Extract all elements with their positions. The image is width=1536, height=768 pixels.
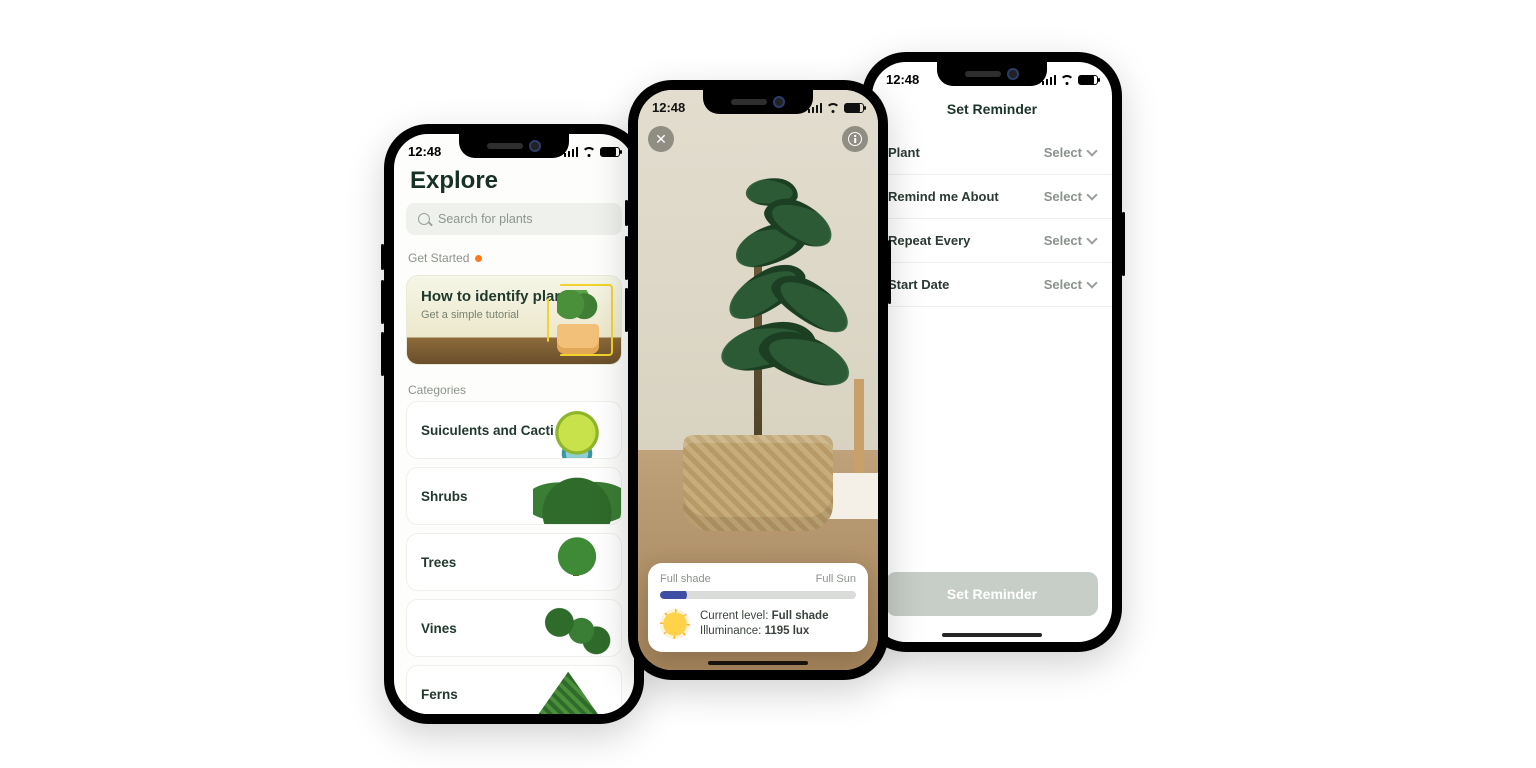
phone-light-meter: 12:48 ✕ Full shade Full Sun xyxy=(628,80,888,680)
reminder-row-select[interactable]: Select xyxy=(1044,189,1096,204)
shade-label: Full shade xyxy=(660,573,711,585)
reminder-row-label: Remind me About xyxy=(888,189,999,204)
reminder-row-startdate[interactable]: Start Date Select xyxy=(872,263,1112,307)
fern-icon xyxy=(533,666,621,714)
wifi-icon xyxy=(582,147,596,157)
category-vines[interactable]: Vines xyxy=(406,599,622,657)
wifi-icon xyxy=(1060,75,1074,85)
home-indicator xyxy=(708,661,808,665)
status-time: 12:48 xyxy=(652,100,685,115)
cactus-icon xyxy=(533,402,621,458)
phone-explore: 12:48 Explore Search for plants Get Star… xyxy=(384,124,644,724)
category-succulents[interactable]: Suiculents and Cacti xyxy=(406,401,622,459)
plant-illustration xyxy=(549,290,607,360)
category-label: Ferns xyxy=(421,687,458,702)
reminder-row-select[interactable]: Select xyxy=(1044,233,1096,248)
section-get-started: Get Started xyxy=(394,247,634,269)
reminder-row-select[interactable]: Select xyxy=(1044,277,1096,292)
category-shrubs[interactable]: Shrubs xyxy=(406,467,622,525)
chevron-down-icon xyxy=(1086,233,1097,244)
battery-icon xyxy=(844,103,864,113)
device-notch xyxy=(459,134,569,158)
device-notch xyxy=(937,62,1047,86)
identify-tutorial-card[interactable]: How to identify plants? Get a simple tut… xyxy=(406,275,622,365)
chevron-down-icon xyxy=(1086,277,1097,288)
sun-icon xyxy=(660,609,690,639)
wifi-icon xyxy=(826,103,840,113)
sun-label: Full Sun xyxy=(816,573,856,585)
chevron-down-icon xyxy=(1086,189,1097,200)
reminder-row-plant[interactable]: Plant Select xyxy=(872,131,1112,175)
slider-thumb-icon[interactable] xyxy=(673,591,687,599)
home-indicator xyxy=(942,633,1042,637)
close-button[interactable]: ✕ xyxy=(648,126,674,152)
status-time: 12:48 xyxy=(408,144,441,159)
chevron-down-icon xyxy=(1086,145,1097,156)
battery-icon xyxy=(1078,75,1098,85)
reminder-row-repeat[interactable]: Repeat Every Select xyxy=(872,219,1112,263)
set-reminder-button[interactable]: Set Reminder xyxy=(886,572,1098,616)
notification-dot-icon xyxy=(475,255,482,262)
light-slider[interactable] xyxy=(660,591,856,599)
category-label: Vines xyxy=(421,621,457,636)
current-level-label: Current level: xyxy=(700,610,768,622)
reminder-row-label: Plant xyxy=(888,145,920,160)
reminder-header: Set Reminder xyxy=(872,91,1112,131)
device-notch xyxy=(703,90,813,114)
illuminance-label: Illuminance: xyxy=(700,625,765,637)
phone-reminder: 12:48 Set Reminder Plant Select Remind m… xyxy=(862,52,1122,652)
page-title: Explore xyxy=(394,163,634,203)
illuminance-value: 1195 lux xyxy=(765,625,810,637)
category-label: Shrubs xyxy=(421,489,468,504)
close-icon: ✕ xyxy=(655,132,667,146)
light-meter-card: Full shade Full Sun Current level: Full … xyxy=(648,563,868,652)
category-ferns[interactable]: Ferns xyxy=(406,665,622,714)
section-categories: Categories xyxy=(394,379,634,401)
reminder-row-select[interactable]: Select xyxy=(1044,145,1096,160)
reminder-row-about[interactable]: Remind me About Select xyxy=(872,175,1112,219)
search-input[interactable]: Search for plants xyxy=(406,203,622,235)
search-icon xyxy=(418,213,430,225)
battery-icon xyxy=(600,147,620,157)
search-placeholder: Search for plants xyxy=(438,212,533,226)
shrub-icon xyxy=(533,468,621,524)
vine-icon xyxy=(533,600,621,656)
reminder-row-label: Repeat Every xyxy=(888,233,970,248)
current-level-value: Full shade xyxy=(772,610,829,622)
tree-icon xyxy=(533,534,621,590)
category-trees[interactable]: Trees xyxy=(406,533,622,591)
category-label: Trees xyxy=(421,555,456,570)
status-time: 12:48 xyxy=(886,72,919,87)
info-button[interactable] xyxy=(842,126,868,152)
reminder-row-label: Start Date xyxy=(888,277,949,292)
info-icon xyxy=(848,132,862,146)
